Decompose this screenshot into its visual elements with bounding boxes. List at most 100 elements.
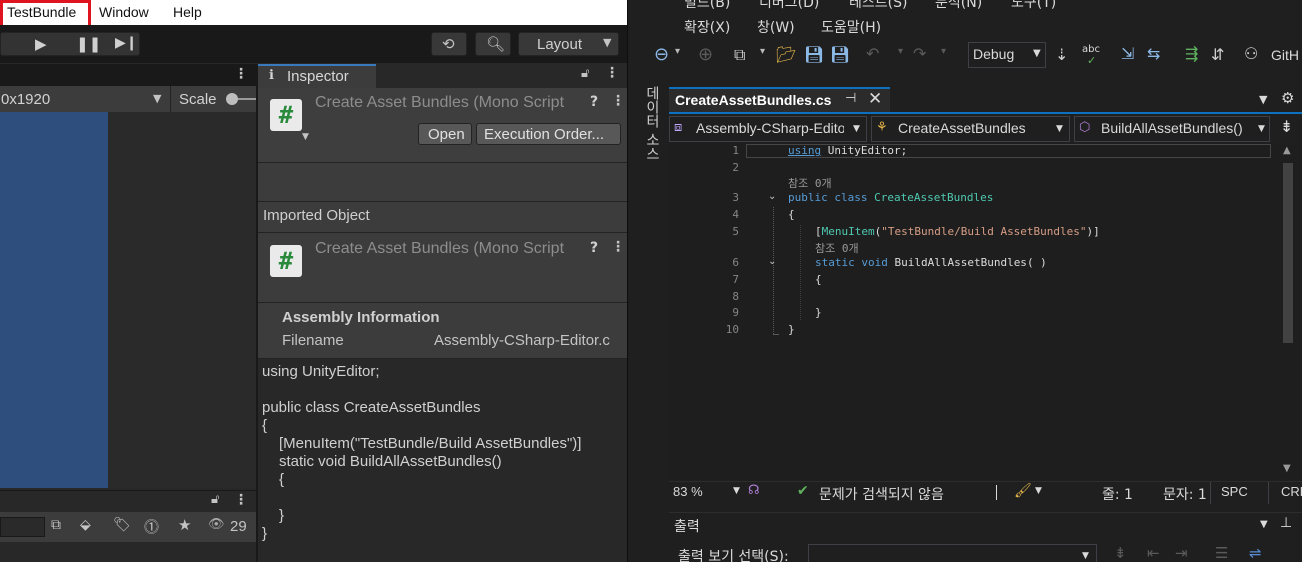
code-editor[interactable]: 1 2 3 4 5 6 7 8 9 10 ⌄ ⌄ using UnityEdit… <box>669 143 1279 479</box>
brush-icon[interactable]: 🖌︎ <box>1014 483 1032 499</box>
output-source-dropdown[interactable]: ▼ <box>808 544 1097 562</box>
crlf-indicator[interactable]: CRL <box>1281 484 1302 499</box>
member-dropdown[interactable]: ⬡ BuildAllAssetBundles() ▼ <box>1074 116 1270 142</box>
play-icon[interactable]: ▶ <box>35 35 47 53</box>
github-label[interactable]: GitH <box>1271 47 1299 63</box>
forward-icon[interactable]: ⊕ <box>698 44 713 65</box>
platform-icon[interactable]: ⇣ <box>1055 45 1068 64</box>
open-folder-icon[interactable]: 📂︎ <box>776 45 796 64</box>
save-icon[interactable]: 💾︎ <box>804 45 824 64</box>
chevron-down-icon[interactable]: ▾ <box>898 46 903 57</box>
menu-test[interactable]: 테스트(S) <box>849 0 907 12</box>
resolution-label[interactable]: 0x1920 <box>1 91 50 108</box>
back-icon[interactable]: ⊖ <box>654 44 669 65</box>
help-icon[interactable]: ? <box>590 94 598 110</box>
execution-order-button[interactable]: Execution Order... <box>476 123 621 145</box>
hidden-count: 29 <box>230 518 247 535</box>
scale-slider-thumb[interactable] <box>226 93 238 105</box>
vertical-scrollbar[interactable]: ▲ ▼ <box>1279 143 1299 479</box>
redo-icon[interactable]: ↷ <box>913 44 926 63</box>
more-options-icon[interactable]: ⋮ <box>611 239 625 255</box>
star-icon[interactable]: ★ <box>178 516 191 534</box>
warning-icon[interactable]: ⓵ <box>144 516 159 537</box>
label-icon[interactable]: 🏷︎ <box>113 517 131 533</box>
new-project-icon[interactable]: ⧉ <box>734 45 745 65</box>
tab-inspector[interactable]: ℹ Inspector <box>258 64 376 88</box>
more-options-icon[interactable]: ⋮ <box>611 93 625 109</box>
menu-window[interactable]: Window <box>99 0 149 25</box>
chevron-down-icon[interactable]: ▼ <box>733 486 740 496</box>
menu-debug[interactable]: 디버그(D) <box>759 0 819 12</box>
chevron-down-icon[interactable]: ▾ <box>675 46 680 57</box>
word-wrap-icon[interactable]: ⇌ <box>1249 544 1262 562</box>
prev-message-icon[interactable]: ⇤ <box>1147 544 1160 562</box>
chevron-down-icon[interactable]: ▾ <box>760 46 765 57</box>
toolbar-options-icon[interactable]: ⇵ <box>1211 45 1224 64</box>
chevron-down-icon[interactable]: ▼ <box>1035 486 1042 496</box>
menu-help[interactable]: Help <box>173 0 202 25</box>
chevron-down-icon[interactable]: ▼ <box>153 92 161 105</box>
scroll-up-icon[interactable]: ▲ <box>1283 145 1291 156</box>
filter-icon[interactable]: ⬙ <box>80 517 91 533</box>
tab-createassetbundles[interactable]: CreateAssetBundles.cs ⊣ ✕ <box>669 87 890 112</box>
help-icon[interactable]: ? <box>590 240 598 256</box>
eye-icon[interactable]: 👁︎ <box>208 517 225 532</box>
class-dropdown[interactable]: ⚘ CreateAssetBundles ▼ <box>871 116 1070 142</box>
menu-help[interactable]: 도움말(H) <box>821 17 881 37</box>
history-button[interactable]: ⟲ <box>431 32 467 56</box>
project-dropdown[interactable]: ⧈ Assembly-CSharp-Edito ▼ <box>669 116 867 142</box>
layout-dropdown[interactable]: Layout ▼ <box>518 32 619 56</box>
more-options-icon[interactable]: ⋮ <box>234 492 248 508</box>
open-button[interactable]: Open <box>418 123 472 145</box>
scale-slider-track[interactable] <box>238 98 257 100</box>
clear-all-icon[interactable]: ☰ <box>1215 544 1228 562</box>
reference-hint[interactable]: 참조 0개 <box>815 240 859 256</box>
lock-icon[interactable]: 🔓︎ <box>211 492 219 507</box>
menu-extensions[interactable]: 확장(X) <box>684 17 730 37</box>
settings-icon[interactable]: ⚙ <box>1281 89 1294 107</box>
zoom-level[interactable]: 83 % <box>673 484 703 499</box>
solution-config-dropdown[interactable]: Debug ▼ <box>968 42 1046 68</box>
search-by-type-icon[interactable]: ⧉ <box>51 517 61 533</box>
undo-icon[interactable]: ↶ <box>866 44 879 63</box>
pause-icon[interactable]: ❚❚ <box>76 35 101 53</box>
pin-icon[interactable]: ⊣ <box>845 91 856 106</box>
lock-icon[interactable]: 🔓︎ <box>581 66 589 81</box>
column-indicator[interactable]: 문자: 1 <box>1163 484 1207 504</box>
collapse-icon[interactable]: ⌄ <box>768 191 776 202</box>
indent-icon[interactable]: ⇶ <box>1185 44 1198 63</box>
issues-status[interactable]: 문제가 검색되지 않음 <box>819 484 944 504</box>
github-icon[interactable]: ⚇ <box>1244 44 1258 63</box>
vs-toolbar: ⊖ ▾ ⊕ ⧉ ▾ 📂︎ 💾︎ 💾︎ ↶ ▾ ↷ ▾ Debug ▼ ⇣ abc… <box>628 42 1302 70</box>
data-sources-sidebar[interactable]: 데이터 소스 <box>628 80 668 562</box>
scroll-down-icon[interactable]: ▼ <box>1283 463 1291 474</box>
line-indicator[interactable]: 줄: 1 <box>1102 484 1133 504</box>
chevron-down-icon[interactable]: ▾ <box>941 46 946 57</box>
tab-overflow-icon[interactable]: ▼ <box>1259 93 1267 106</box>
find-message-icon[interactable]: ⇟ <box>1114 544 1127 562</box>
chevron-down-icon[interactable]: ▼ <box>302 132 309 142</box>
menu-build[interactable]: 빌드(B) <box>684 0 730 12</box>
step-over-icon[interactable]: ⇆ <box>1147 44 1160 63</box>
step-into-icon[interactable]: ⇲ <box>1121 44 1134 63</box>
save-all-icon[interactable]: 💾︎ <box>830 45 850 64</box>
search-button[interactable]: 🔍︎ <box>475 32 511 56</box>
spc-indicator[interactable]: SPC <box>1221 484 1248 499</box>
pin-icon[interactable]: ⊥ <box>1280 515 1292 531</box>
step-icon[interactable]: ▶❙ <box>115 35 138 51</box>
divider <box>1268 482 1269 504</box>
more-options-icon[interactable]: ⋮ <box>605 65 619 81</box>
script-preview: using UnityEditor; public class CreateAs… <box>258 359 627 562</box>
menu-window[interactable]: 창(W) <box>757 17 795 37</box>
project-search-input[interactable] <box>0 517 45 537</box>
close-icon[interactable]: ✕ <box>868 89 882 109</box>
menu-tools[interactable]: 도구(T) <box>1011 0 1056 12</box>
chevron-down-icon[interactable]: ▼ <box>1260 519 1268 530</box>
copilot-icon[interactable]: ☊ <box>748 483 760 498</box>
reference-hint[interactable]: 참조 0개 <box>788 175 832 191</box>
split-editor-icon[interactable]: ⇟ <box>1280 117 1293 136</box>
next-message-icon[interactable]: ⇥ <box>1175 544 1188 562</box>
menu-analyze[interactable]: 분석(N) <box>935 0 982 12</box>
more-options-icon[interactable]: ⋮ <box>234 66 248 82</box>
scrollbar-thumb[interactable] <box>1283 163 1293 343</box>
